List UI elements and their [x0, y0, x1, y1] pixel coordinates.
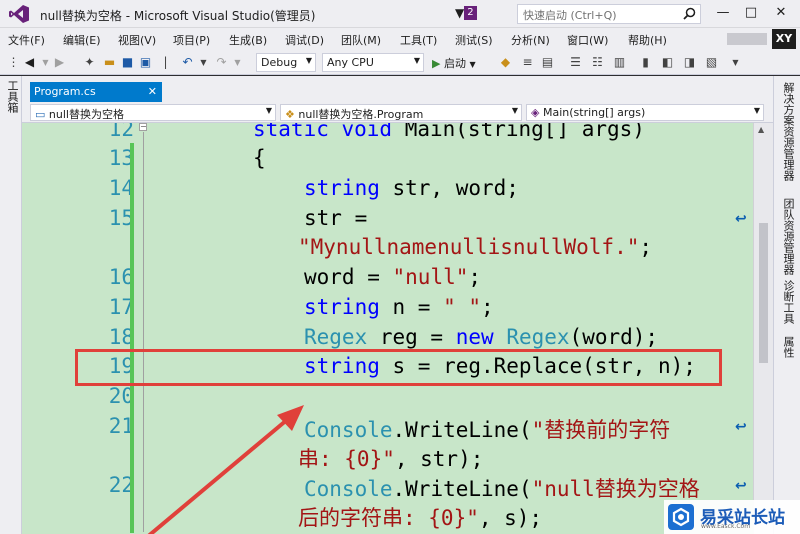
toolbar-icon-d[interactable]: ☷ [590, 55, 605, 70]
open-file-icon[interactable]: ▬ [102, 55, 117, 70]
separator-icon: | [163, 55, 168, 69]
member-value: Main(string[] args) [542, 106, 646, 119]
notification-flag-icon: ▼ [455, 6, 465, 20]
start-dropdown-icon[interactable]: ▼ [469, 60, 475, 69]
bookmark-icon[interactable]: ▮ [638, 55, 653, 70]
back-dropdown-icon[interactable]: ▼ [38, 55, 53, 70]
visual-studio-logo-icon [9, 5, 29, 23]
configuration-select[interactable]: Debug ▼ [256, 53, 316, 72]
chevron-down-icon: ▼ [413, 56, 420, 65]
redo-icon[interactable]: ↷ [214, 55, 229, 70]
project-value: null替换为空格 [48, 108, 124, 121]
scroll-up-icon[interactable]: ▲ [758, 125, 764, 134]
navigation-bar: ▭ null替换为空格 ▼ ❖ null替换为空格.Program ▼ ◈ Ma… [22, 102, 773, 123]
code-editor[interactable]: 12 13 14 15 16 17 18 19 20 21 22 − stati… [22, 123, 773, 534]
save-all-icon[interactable]: ▣ [138, 55, 153, 70]
menu-build[interactable]: 生成(B) [229, 32, 267, 48]
play-icon: ▶ [432, 57, 441, 70]
forward-icon[interactable]: ▶ [52, 55, 67, 70]
back-icon[interactable]: ◀ [22, 55, 37, 70]
menu-view[interactable]: 视图(V) [118, 32, 156, 48]
window-title: null替换为空格 - Microsoft Visual Studio(管理员) [40, 9, 316, 23]
method-icon: ◈ [531, 106, 540, 119]
toolbar-icon-c[interactable]: ☰ [568, 55, 583, 70]
notification-count: 2 [464, 6, 477, 20]
bookmark-next-icon[interactable]: ◨ [682, 55, 697, 70]
class-value: null替换为空格.Program [298, 108, 424, 121]
platform-select[interactable]: Any CPU ▼ [322, 53, 424, 72]
search-icon [683, 7, 696, 20]
account-avatar[interactable]: XY [772, 29, 796, 49]
bookmark-prev-icon[interactable]: ◧ [660, 55, 675, 70]
bookmark-clear-icon[interactable]: ▧ [704, 55, 719, 70]
tab-label: Program.cs [34, 85, 96, 98]
right-tool-strip: 解决方案资源管理器 团队资源管理器 诊断工具 属性 [773, 76, 800, 534]
diagnostic-tools-tab[interactable]: 诊断工具 [780, 280, 796, 324]
close-button[interactable]: ✕ [770, 4, 792, 22]
start-label: 启动 [443, 57, 466, 70]
quick-launch-placeholder: 快速启动 (Ctrl+Q) [523, 9, 617, 22]
menu-window[interactable]: 窗口(W) [567, 32, 608, 48]
chevron-down-icon: ▼ [753, 106, 760, 115]
project-icon: ▭ [35, 108, 46, 121]
toolbar-overflow-icon[interactable]: ▼ [728, 55, 743, 70]
menu-help[interactable]: 帮助(H) [628, 32, 667, 48]
standard-toolbar: ⋮ ◀ ▼ ▶ ✦ ▬ ■ ▣ | ↶ ▼ ↷ ▼ Debug ▼ Any CP… [0, 50, 800, 75]
menu-project[interactable]: 项目(P) [173, 32, 210, 48]
chevron-down-icon: ▼ [305, 56, 312, 65]
class-dropdown[interactable]: ❖ null替换为空格.Program ▼ [280, 104, 522, 121]
chevron-down-icon: ▼ [511, 106, 518, 115]
menu-tools[interactable]: 工具(T) [400, 32, 437, 48]
menu-edit[interactable]: 编辑(E) [63, 32, 101, 48]
menu-file[interactable]: 文件(F) [8, 32, 45, 48]
menu-test[interactable]: 测试(S) [455, 32, 493, 48]
toolbar-grip-icon: ⋮ [7, 55, 20, 69]
annotation-arrow [147, 405, 304, 534]
toolbar-icon-e[interactable]: ▥ [612, 55, 627, 70]
watermark: 易采站长站 www.Easck.Com [664, 500, 800, 534]
scrollbar-thumb[interactable] [759, 223, 768, 363]
undo-dropdown-icon[interactable]: ▼ [196, 55, 211, 70]
minimize-button[interactable]: — [712, 4, 734, 22]
document-tab-row: Program.cs ✕ [22, 76, 773, 102]
quick-launch-input[interactable]: 快速启动 (Ctrl+Q) [517, 4, 701, 24]
menu-team[interactable]: 团队(M) [341, 32, 381, 48]
maximize-button[interactable]: □ [740, 4, 762, 22]
title-bar: null替换为空格 - Microsoft Visual Studio(管理员)… [0, 0, 800, 28]
toolbox-tab[interactable]: 工具箱 [4, 80, 20, 113]
site-logo-icon [668, 504, 694, 530]
toolbar-icon-a[interactable]: ≡ [520, 55, 535, 70]
project-dropdown[interactable]: ▭ null替换为空格 ▼ [30, 104, 276, 121]
menu-bar: 文件(F) 编辑(E) 视图(V) 项目(P) 生成(B) 调试(D) 团队(M… [0, 28, 800, 50]
notifications-button[interactable]: ▼ 2 [455, 6, 477, 20]
chevron-down-icon: ▼ [265, 106, 272, 115]
menu-debug[interactable]: 调试(D) [285, 32, 324, 48]
toolbar-icon-b[interactable]: ▤ [540, 55, 555, 70]
account-name[interactable] [727, 33, 767, 45]
vertical-scrollbar[interactable]: ▲ [753, 123, 773, 534]
save-icon[interactable]: ■ [120, 55, 135, 70]
close-icon[interactable]: ✕ [148, 85, 157, 98]
class-icon: ❖ [285, 108, 295, 121]
solution-explorer-tab[interactable]: 解决方案资源管理器 [780, 82, 796, 181]
platform-value: Any CPU [327, 56, 374, 69]
configuration-value: Debug [261, 56, 298, 69]
start-debugging-button[interactable]: ▶ 启动 ▼ [432, 55, 476, 71]
undo-icon[interactable]: ↶ [180, 55, 195, 70]
menu-analyze[interactable]: 分析(N) [511, 32, 550, 48]
properties-tab[interactable]: 属性 [780, 336, 796, 358]
redo-dropdown-icon[interactable]: ▼ [230, 55, 245, 70]
browser-link-icon[interactable]: ◆ [498, 55, 513, 70]
left-tool-strip: 工具箱 [0, 76, 22, 534]
team-explorer-tab[interactable]: 团队资源管理器 [780, 198, 796, 275]
tab-program-cs[interactable]: Program.cs ✕ [30, 82, 162, 102]
watermark-subtext: www.Easck.Com [701, 523, 751, 530]
member-dropdown[interactable]: ◈ Main(string[] args) ▼ [526, 104, 764, 121]
new-project-icon[interactable]: ✦ [82, 55, 97, 70]
